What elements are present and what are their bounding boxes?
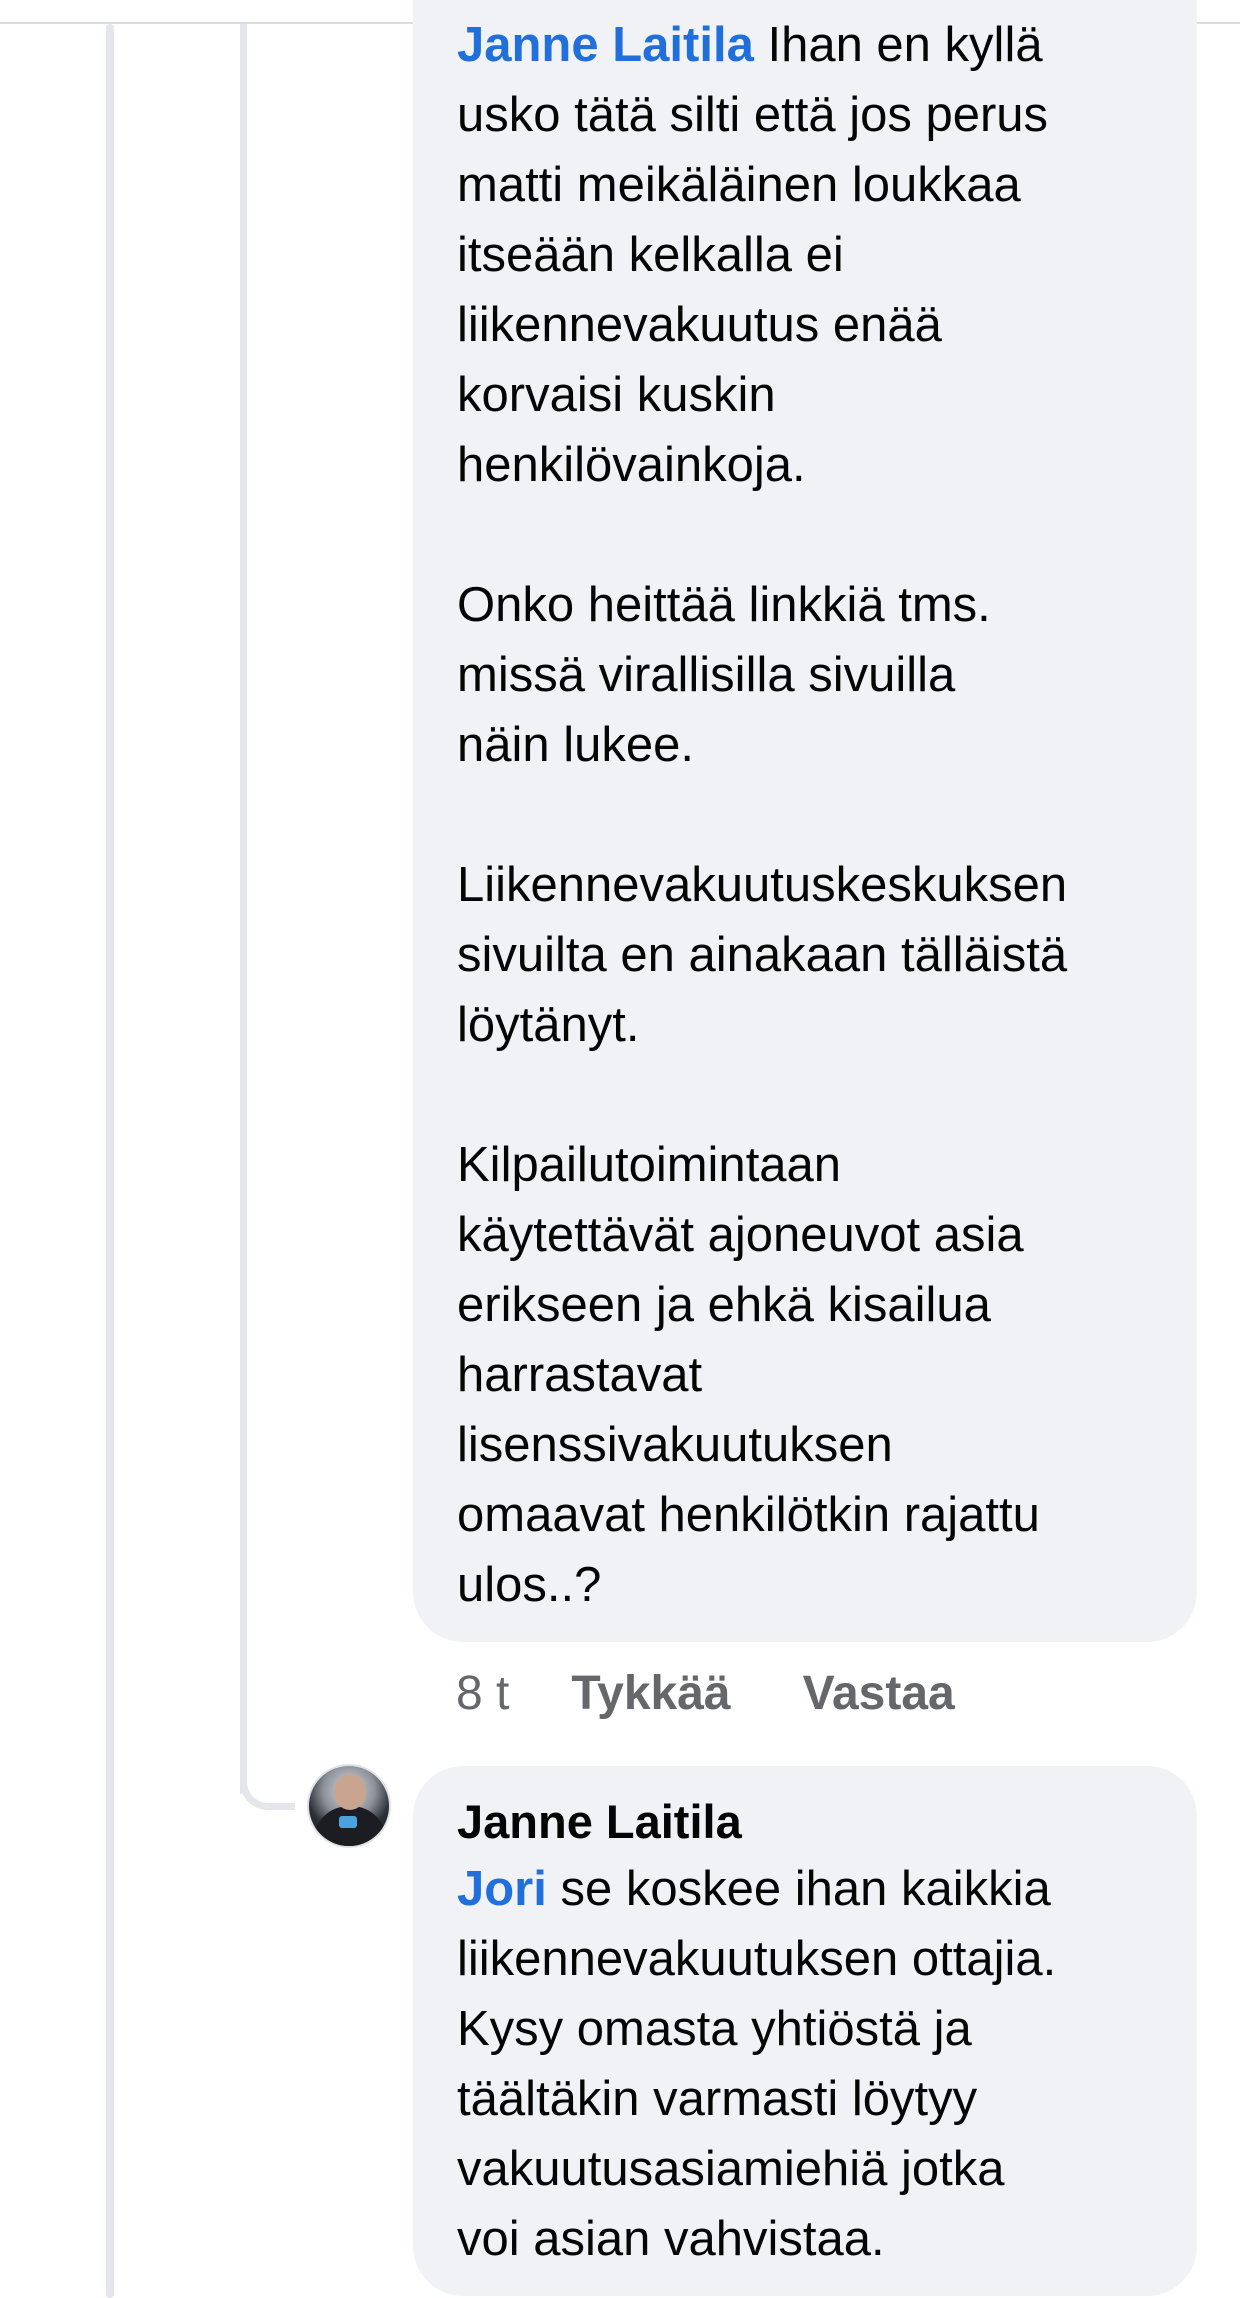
comment-text: se koskee ihan kaikkia liikennevakuutuks… [457,1862,1057,2266]
comment-actions: 8 t Tykkää Vastaa [456,1658,1027,1728]
reply-bubble: Janne Laitila Jori se koskee ihan kaikki… [413,1766,1197,2296]
comment-paragraph: Kilpailutoimintaan käytettävät ajoneuvot… [457,1138,1040,1612]
like-button[interactable]: Tykkää [571,1666,730,1721]
avatar[interactable] [307,1764,391,1848]
thread-line-outer [106,24,114,2298]
comment-timestamp[interactable]: 8 t [456,1666,509,1721]
avatar-shirt-logo [339,1816,357,1828]
comment-paragraph: Janne Laitila Ihan en kyllä usko tätä si… [457,10,1157,500]
thread-connector [240,1740,295,1810]
comment-paragraph: Onko heittää linkkiä tms. missä virallis… [457,578,991,772]
mention-link[interactable]: Janne Laitila [457,18,754,72]
comment-bubble: Janne Laitila Ihan en kyllä usko tätä si… [413,0,1197,1642]
avatar-face [334,1774,366,1810]
reply-button[interactable]: Vastaa [803,1666,955,1721]
mention-link[interactable]: Jori [457,1862,547,1916]
comment-paragraph: Jori se koskee ihan kaikkia liikennevaku… [457,1854,1157,2274]
comment-author[interactable]: Janne Laitila [457,1790,1157,1854]
comment-text: Ihan en kyllä usko tätä silti että jos p… [457,18,1049,492]
comment-paragraph: Liikennevakuutuskeskuksen sivuilta en ai… [457,858,1068,1052]
thread-line-inner [240,24,247,1794]
